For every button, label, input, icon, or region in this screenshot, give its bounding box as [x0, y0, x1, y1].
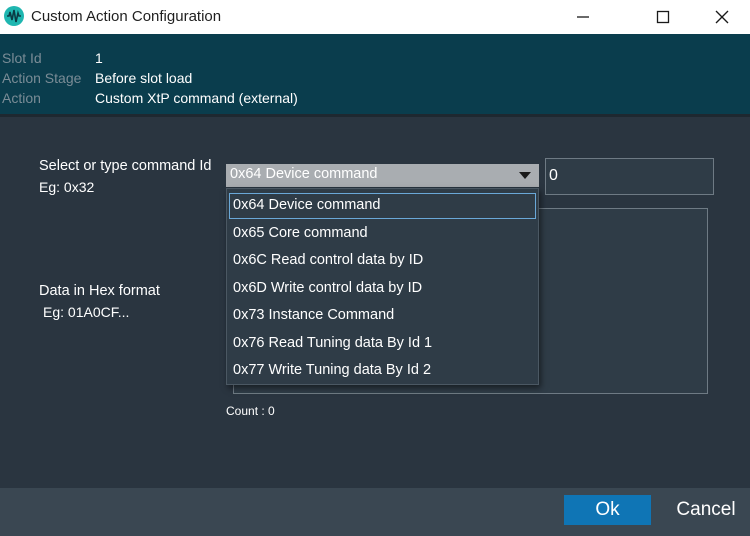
- info-value: Before slot load: [95, 70, 193, 86]
- command-dropdown-list: 0x64 Device command 0x65 Core command 0x…: [226, 188, 539, 385]
- dropdown-option[interactable]: 0x64 Device command: [229, 193, 536, 219]
- byte-count: Count : 0: [226, 404, 275, 418]
- close-icon: [715, 10, 729, 24]
- maximize-button[interactable]: [640, 0, 686, 34]
- dropdown-option[interactable]: 0x73 Instance Command: [229, 303, 536, 329]
- maximize-icon: [656, 10, 670, 24]
- command-combobox[interactable]: 0x64 Device command: [226, 164, 539, 187]
- command-id-input[interactable]: 0: [545, 158, 714, 195]
- dialog-footer: Ok Cancel: [0, 488, 750, 536]
- dropdown-option[interactable]: 0x76 Read Tuning data By Id 1: [229, 331, 536, 357]
- dropdown-option[interactable]: 0x65 Core command: [229, 221, 536, 247]
- info-label: Action: [2, 90, 41, 106]
- title-bar: Custom Action Configuration: [0, 0, 750, 34]
- slot-info-panel: Slot Id 1 Action Stage Before slot load …: [0, 34, 750, 114]
- dropdown-option[interactable]: 0x6C Read control data by ID: [229, 248, 536, 274]
- cancel-button[interactable]: Cancel: [666, 495, 746, 525]
- chevron-down-icon[interactable]: [519, 172, 531, 179]
- info-label: Slot Id: [2, 50, 42, 66]
- close-button[interactable]: [699, 0, 745, 34]
- data-hex-label: Data in Hex format: [39, 283, 160, 299]
- combobox-selected-value: 0x64 Device command: [230, 166, 378, 182]
- info-value: Custom XtP command (external): [95, 90, 298, 106]
- minimize-button[interactable]: [560, 0, 606, 34]
- ok-button[interactable]: Ok: [564, 495, 651, 525]
- data-hex-hint: Eg: 01A0CF...: [43, 304, 130, 320]
- command-id-label: Select or type command Id: [39, 158, 212, 174]
- info-label: Action Stage: [2, 70, 82, 86]
- dropdown-option[interactable]: 0x6D Write control data by ID: [229, 276, 536, 302]
- window-title: Custom Action Configuration: [31, 8, 222, 25]
- waveform-icon: [4, 6, 24, 26]
- dropdown-option[interactable]: 0x77 Write Tuning data By Id 2: [229, 358, 536, 384]
- command-id-hint: Eg: 0x32: [39, 179, 95, 195]
- info-value: 1: [95, 50, 103, 66]
- minimize-icon: [577, 16, 589, 18]
